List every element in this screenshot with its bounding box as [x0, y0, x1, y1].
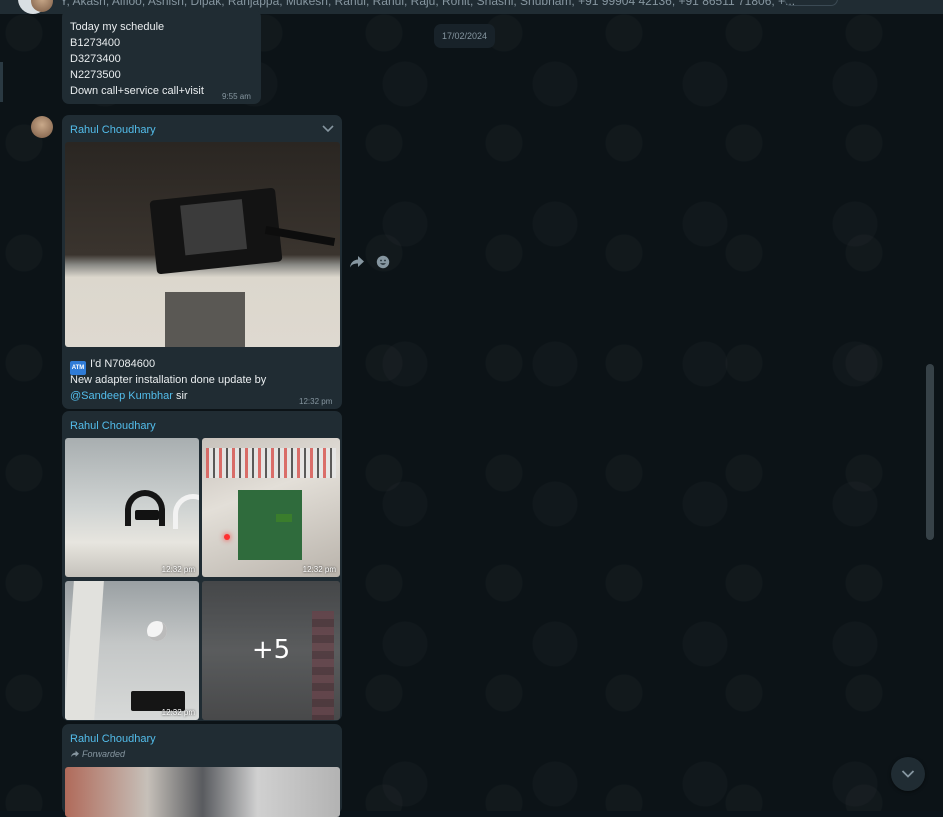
message-text-line: B1273400	[70, 37, 121, 49]
mention-link[interactable]: @Sandeep Kumbhar	[70, 390, 173, 402]
more-count: +5	[251, 635, 291, 665]
message-text-line: Down call+service call+visit	[70, 85, 204, 97]
image-time: 12:32 pm	[161, 708, 195, 717]
message-text-line: D3273400	[70, 53, 121, 65]
header-search-pill[interactable]	[784, 0, 838, 6]
album-image[interactable]: 12:32 pm	[65, 581, 199, 720]
album-image[interactable]: 12:32 pm	[65, 438, 199, 577]
forward-icon	[71, 750, 79, 758]
forwarded-label: Forwarded	[70, 749, 125, 759]
message-image[interactable]	[65, 767, 340, 817]
message-time: 12:32 pm	[299, 397, 333, 406]
message-bubble[interactable]: Rahul Choudhary Forwarded	[62, 724, 342, 817]
emoji-icon[interactable]	[373, 252, 393, 272]
message-bubble[interactable]: Rahul Choudhary 12:32 pm 12:32 pm 12:32 …	[62, 411, 342, 721]
wall-opening-shape	[165, 292, 245, 347]
album-more-images[interactable]: +5	[202, 581, 340, 720]
forward-icon[interactable]	[347, 252, 367, 272]
message-time: 9:55 am	[222, 92, 251, 101]
avatar[interactable]	[31, 116, 53, 138]
image-time: 12:32 pm	[161, 565, 195, 574]
scroll-down-icon[interactable]	[891, 757, 925, 791]
message-bubble[interactable]: Today my schedule B1273400 D3273400 N227…	[62, 10, 261, 104]
sender-name[interactable]: Rahul Choudhary	[70, 733, 156, 745]
date-chip: 17/02/2024	[434, 24, 496, 48]
group-members-list[interactable]: Y, Akash, Alfloo, Ashish, Dipak, Ranjapp…	[60, 0, 795, 8]
chevron-down-icon[interactable]	[322, 124, 334, 134]
message-text-line: New adapter installation done update by	[70, 374, 267, 386]
message-text-line: N2273500	[70, 69, 121, 81]
left-edge-divider	[0, 62, 3, 102]
sender-name[interactable]: Rahul Choudhary	[70, 124, 156, 136]
image-time: 12:32 pm	[302, 565, 336, 574]
message-bubble[interactable]: Rahul Choudhary ATM I'd N7084600 New adap…	[62, 115, 342, 409]
album-image[interactable]: 12:32 pm	[202, 438, 340, 577]
message-text-line: Today my schedule	[70, 21, 165, 33]
chat-scrollbar[interactable]	[926, 364, 934, 540]
message-image[interactable]	[65, 142, 340, 347]
adapter-shape	[149, 187, 283, 275]
sender-name[interactable]: Rahul Choudhary	[70, 420, 156, 432]
message-text-line: @Sandeep Kumbhar sir	[70, 390, 188, 402]
